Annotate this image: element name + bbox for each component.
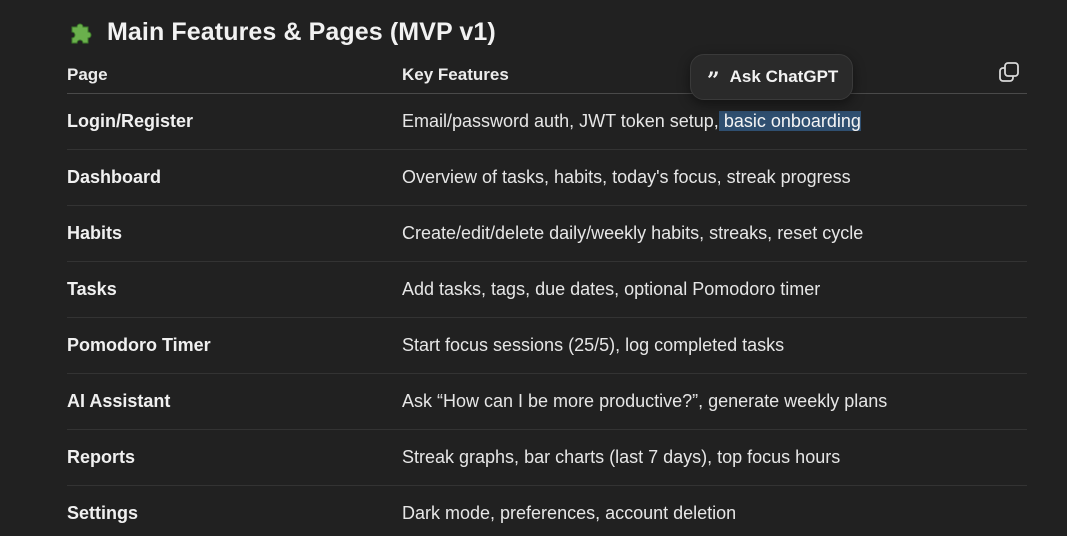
selected-text[interactable]: basic onboarding — [718, 111, 861, 131]
page-cell: Pomodoro Timer — [67, 317, 402, 374]
features-text: Email/password auth, JWT token setup, — [402, 111, 719, 131]
section-title: Main Features & Pages (MVP v1) — [107, 17, 496, 46]
table-row: Pomodoro Timer Start focus sessions (25/… — [67, 317, 1027, 374]
table-row: Tasks Add tasks, tags, due dates, option… — [67, 261, 1027, 318]
table-row: Reports Streak graphs, bar charts (last … — [67, 429, 1027, 486]
page-cell: Habits — [67, 205, 402, 262]
table-header-row: Page Key Features — [67, 56, 1027, 94]
ask-chatgpt-label: Ask ChatGPT — [729, 67, 839, 86]
page-cell: AI Assistant — [67, 373, 402, 430]
page: Main Features & Pages (MVP v1) Page Key … — [0, 0, 1067, 536]
page-cell: Dashboard — [67, 149, 402, 206]
page-cell: Login/Register — [67, 93, 402, 150]
copy-icon — [999, 62, 1019, 82]
features-cell: Add tasks, tags, due dates, optional Pom… — [402, 261, 1027, 318]
features-cell: Start focus sessions (25/5), log complet… — [402, 317, 1027, 374]
table-row: AI Assistant Ask “How can I be more prod… — [67, 373, 1027, 430]
features-cell: Overview of tasks, habits, today's focus… — [402, 149, 1027, 206]
features-cell: Ask “How can I be more productive?”, gen… — [402, 373, 1027, 430]
ask-chatgpt-button[interactable]: ” Ask ChatGPT — [690, 54, 854, 100]
features-cell: Email/password auth, JWT token setup, ba… — [402, 93, 1027, 150]
table-row: Habits Create/edit/delete daily/weekly h… — [67, 205, 1027, 262]
section-heading: Main Features & Pages (MVP v1) — [67, 14, 496, 50]
page-cell: Tasks — [67, 261, 402, 318]
puzzle-piece-icon — [67, 17, 97, 47]
features-cell: Streak graphs, bar charts (last 7 days),… — [402, 429, 1027, 486]
features-table: Page Key Features Login/Register Email/p… — [67, 56, 1027, 536]
table-row: Dashboard Overview of tasks, habits, tod… — [67, 149, 1027, 206]
column-header-page: Page — [67, 56, 402, 94]
page-cell: Settings — [67, 485, 402, 536]
features-cell: Create/edit/delete daily/weekly habits, … — [402, 205, 1027, 262]
copy-table-button[interactable] — [996, 59, 1022, 85]
table-row: Login/Register Email/password auth, JWT … — [67, 93, 1027, 150]
table-row: Settings Dark mode, preferences, account… — [67, 485, 1027, 536]
features-cell: Dark mode, preferences, account deletion — [402, 485, 1027, 536]
page-cell: Reports — [67, 429, 402, 486]
quote-icon: ” — [707, 68, 720, 94]
